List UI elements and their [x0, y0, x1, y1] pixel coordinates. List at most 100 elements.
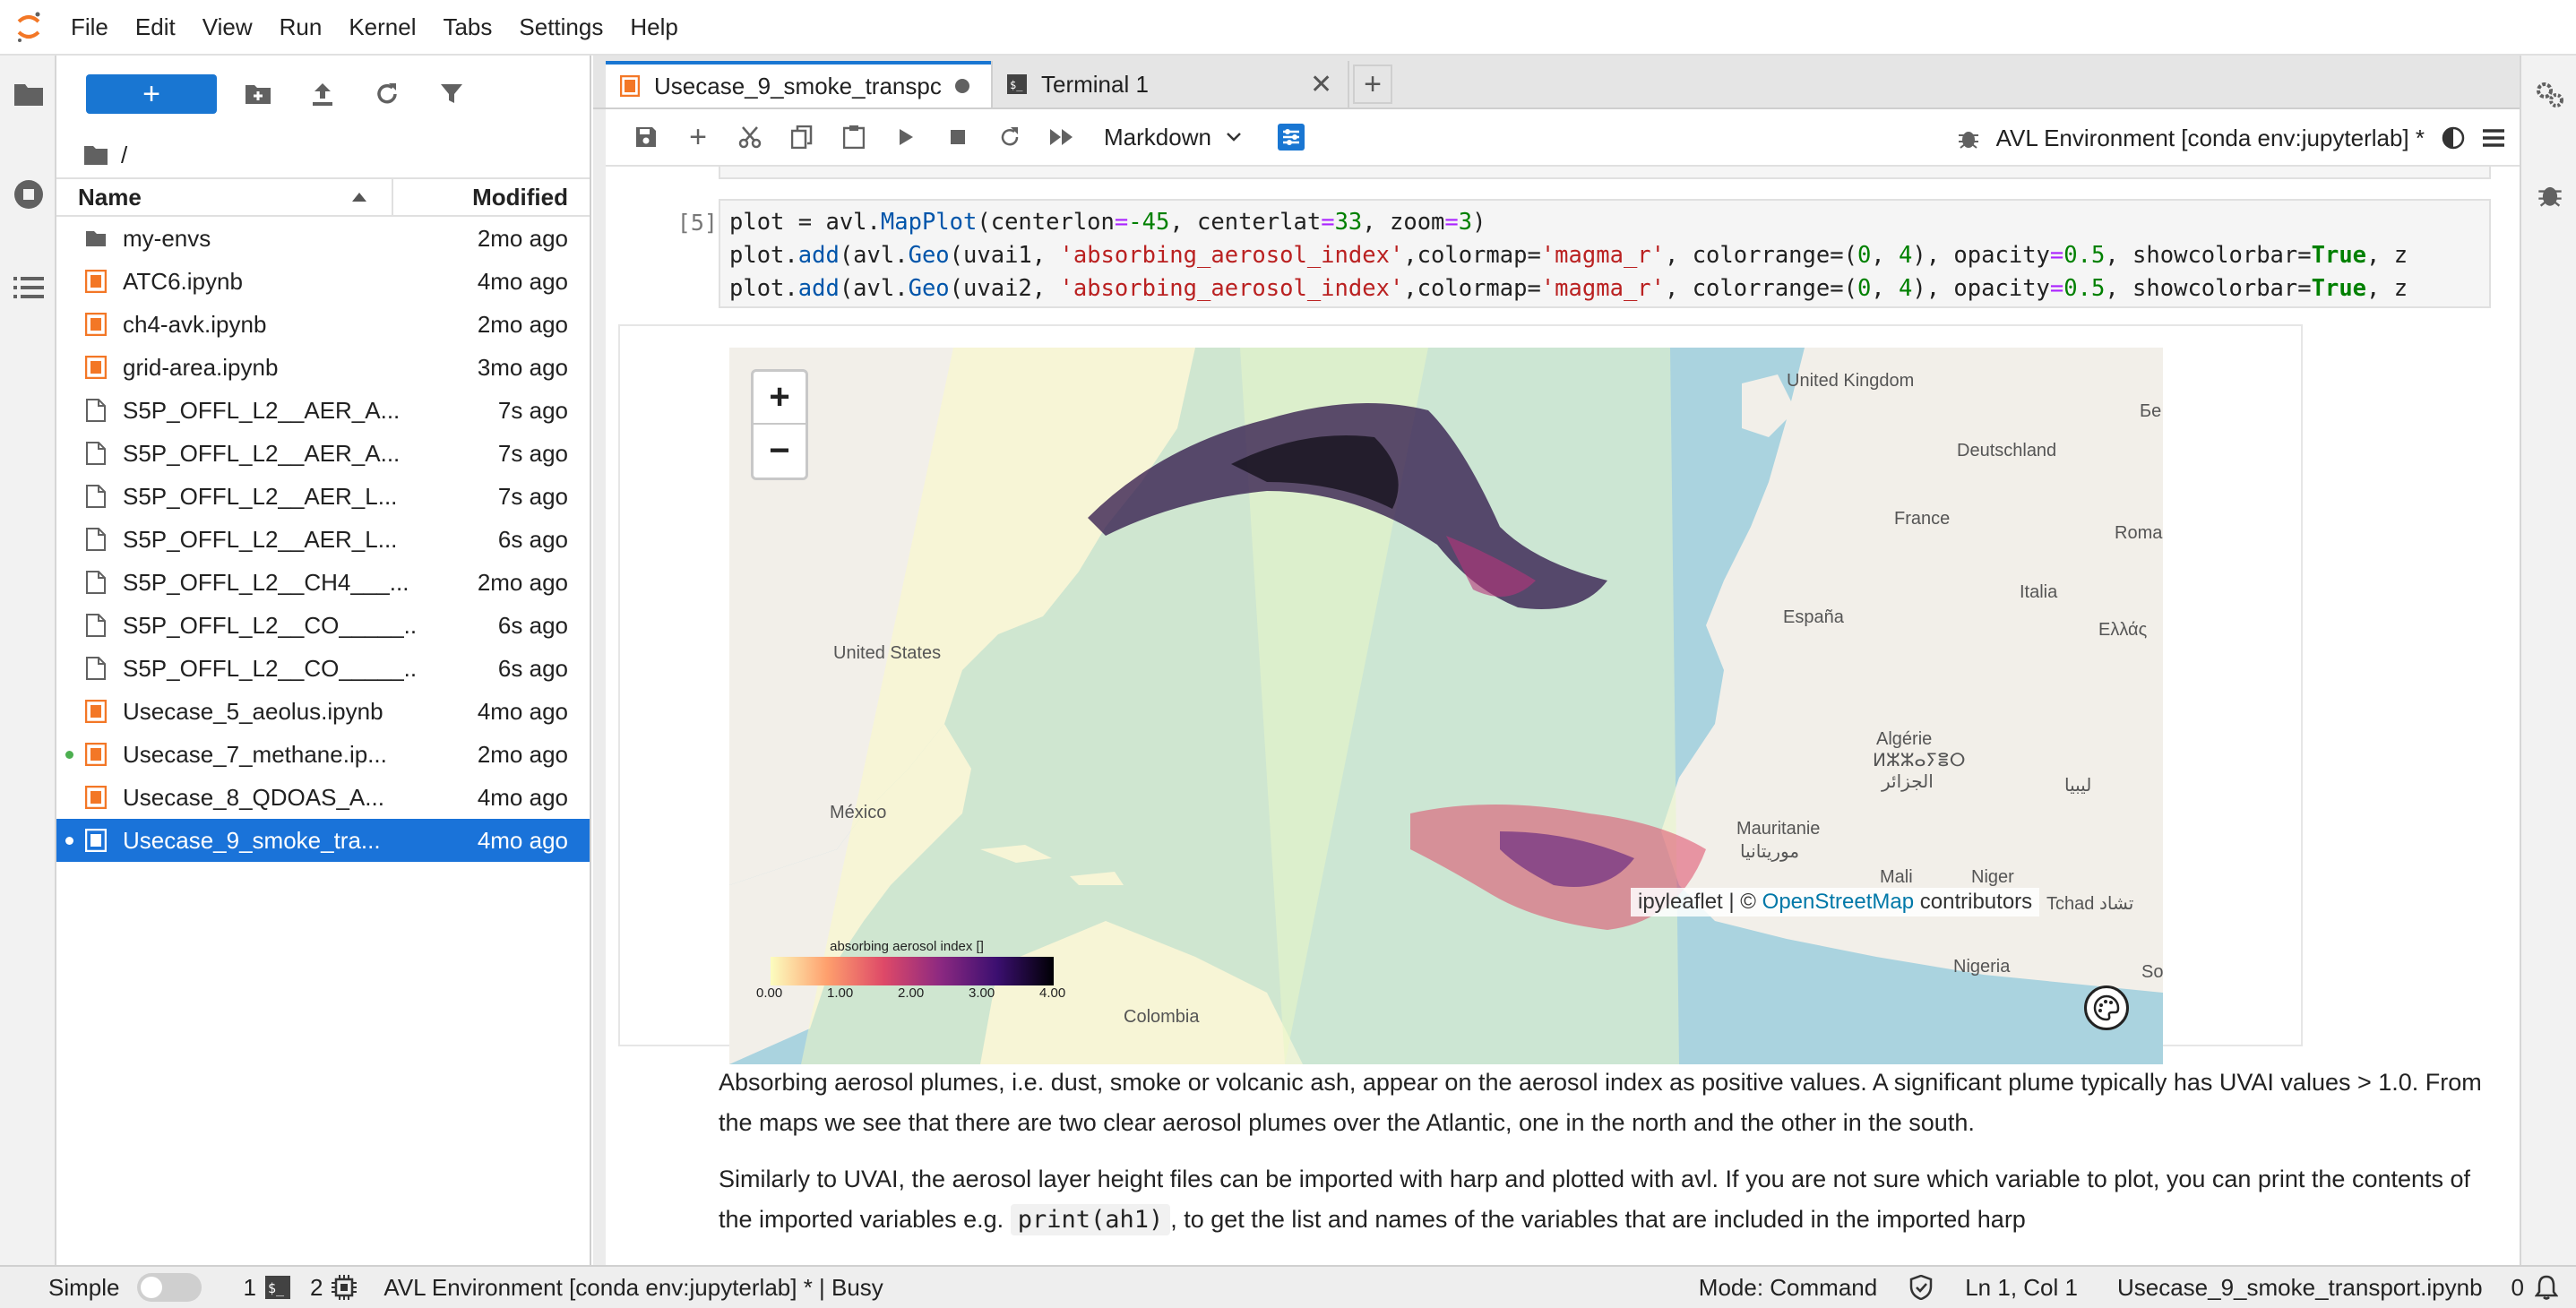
tab-label: Usecase_9_smoke_transpc [654, 72, 942, 99]
property-inspector-gears-icon[interactable] [2521, 63, 2576, 125]
file-modified: 6s ago [497, 654, 568, 682]
menu-kernel[interactable]: Kernel [335, 0, 429, 55]
restart-run-all-button[interactable] [1036, 117, 1088, 157]
zoom-out-button[interactable]: − [754, 425, 806, 478]
file-list-item[interactable]: ch4-avk.ipynb 2mo ago [56, 303, 590, 346]
file-modified: 2mo ago [477, 310, 568, 338]
file-modified: 2mo ago [477, 224, 568, 252]
file-icon [86, 442, 106, 465]
file-list-item[interactable]: S5P_OFFL_L2__AER_A... 7s ago [56, 389, 590, 432]
map-label: Colombia [1124, 1007, 1200, 1027]
menu-view[interactable]: View [189, 0, 266, 55]
file-name: S5P_OFFL_L2__CH4___... [123, 568, 409, 596]
kernel-status[interactable]: AVL Environment [conda env:jupyterlab] *… [383, 1274, 883, 1302]
kernel-name[interactable]: AVL Environment [conda env:jupyterlab] * [1996, 125, 2425, 152]
file-modified: 4mo ago [477, 826, 568, 854]
kernels-count-item[interactable]: 2 [310, 1274, 358, 1302]
menu-file[interactable]: File [57, 0, 122, 55]
debugger-bug-icon[interactable] [2521, 163, 2576, 226]
svg-text:$_: $_ [268, 1280, 285, 1296]
upload-button[interactable] [290, 74, 355, 114]
kernel-chip-icon [332, 1275, 358, 1300]
new-folder-button[interactable] [226, 74, 290, 114]
file-list-item[interactable]: grid-area.ipynb 3mo ago [56, 346, 590, 389]
file-list-item[interactable]: Usecase_7_methane.ip... 2mo ago [56, 733, 590, 776]
column-header-modified[interactable]: Modified [393, 184, 590, 211]
file-name: Usecase_9_smoke_tra... [123, 826, 381, 854]
code-line: plot = avl.MapPlot(centerlon=-45, center… [729, 209, 1486, 236]
map-label: Tchad تشاد [2046, 894, 2134, 914]
property-inspector-button[interactable] [1265, 117, 1317, 157]
file-list-item[interactable]: S5P_OFFL_L2__AER_L... 6s ago [56, 518, 590, 561]
menu-run[interactable]: Run [266, 0, 336, 55]
openstreetmap-link[interactable]: OpenStreetMap [1762, 890, 1914, 914]
file-list-item[interactable]: S5P_OFFL_L2__CO_____... 6s ago [56, 647, 590, 690]
debugger-bug-icon[interactable] [1957, 126, 1980, 150]
jupyter-logo-icon [0, 0, 57, 55]
map-label: Nigeria [1953, 957, 2011, 977]
colorbar-tick: 2.00 [898, 985, 925, 1001]
map-widget[interactable]: + − United Kingdom Deutschland France Ro… [729, 348, 2163, 1064]
menu-help[interactable]: Help [616, 0, 691, 55]
column-header-name[interactable]: Name [56, 179, 393, 215]
close-icon[interactable]: ✕ [1310, 69, 1332, 100]
menu-tabs[interactable]: Tabs [429, 0, 505, 55]
bell-icon[interactable] [2535, 1275, 2558, 1300]
refresh-button[interactable] [355, 74, 419, 114]
running-sessions-icon[interactable] [0, 163, 56, 226]
breadcrumb-root[interactable]: / [121, 142, 127, 169]
zoom-in-button[interactable]: + [754, 372, 806, 425]
simple-mode-toggle[interactable] [137, 1273, 202, 1302]
file-name: S5P_OFFL_L2__AER_L... [123, 525, 398, 553]
file-icon [86, 528, 106, 551]
file-list-item[interactable]: Usecase_8_QDOAS_A... 4mo ago [56, 776, 590, 819]
markdown-cell[interactable]: Absorbing aerosol plumes, i.e. dust, smo… [719, 1063, 2493, 1256]
interrupt-kernel-button[interactable] [932, 117, 984, 157]
save-button[interactable] [620, 117, 672, 157]
new-folder-icon [246, 85, 271, 104]
hamburger-menu-icon[interactable] [2482, 128, 2505, 148]
file-list-item[interactable]: S5P_OFFL_L2__CH4___... 2mo ago [56, 561, 590, 604]
plus-icon: + [689, 119, 707, 154]
run-cell-button[interactable] [880, 117, 932, 157]
file-list-item[interactable]: Usecase_5_aeolus.ipynb 4mo ago [56, 690, 590, 733]
map-label: الجزائر [1882, 772, 1934, 792]
paste-button[interactable] [828, 117, 880, 157]
file-name: ATC6.ipynb [123, 267, 243, 295]
file-list-item[interactable]: S5P_OFFL_L2__CO_____... 6s ago [56, 604, 590, 647]
map-label: ليبيا [2064, 776, 2092, 796]
file-list-item[interactable]: S5P_OFFL_L2__AER_A... 7s ago [56, 432, 590, 475]
palette-control-button[interactable] [2084, 985, 2129, 1030]
tab-terminal[interactable]: $_ Terminal 1 ✕ [991, 61, 1349, 108]
file-list-item[interactable]: ATC6.ipynb 4mo ago [56, 260, 590, 303]
code-cell-editor[interactable]: plot = avl.MapPlot(centerlon=-45, center… [719, 199, 2491, 308]
folder-icon[interactable] [0, 63, 56, 125]
unsaved-dot-icon[interactable] [955, 79, 969, 93]
map-label: United Kingdom [1787, 371, 1915, 391]
table-of-contents-icon[interactable] [0, 256, 56, 319]
tab-notebook[interactable]: Usecase_9_smoke_transpc [606, 61, 991, 108]
cut-button[interactable] [724, 117, 776, 157]
menu-edit[interactable]: Edit [122, 0, 189, 55]
cursor-position[interactable]: Ln 1, Col 1 [1965, 1274, 2078, 1302]
paragraph-text: , to get the list and names of the varia… [1170, 1206, 2026, 1233]
file-list-item[interactable]: S5P_OFFL_L2__AER_L... 7s ago [56, 475, 590, 518]
new-tab-button[interactable]: + [1353, 65, 1392, 104]
file-list-item[interactable]: Usecase_9_smoke_tra... 4mo ago [56, 819, 590, 862]
sort-ascending-icon [352, 193, 366, 202]
restart-kernel-button[interactable] [984, 117, 1036, 157]
terminals-count-item[interactable]: 1 $_ [243, 1274, 290, 1302]
notifications-count: 0 [2511, 1273, 2524, 1301]
insert-cell-button[interactable]: + [672, 117, 724, 157]
folder-icon[interactable] [83, 144, 108, 166]
menu-settings[interactable]: Settings [505, 0, 616, 55]
code-line: plot.add(avl.Geo(uvai2, 'absorbing_aeros… [729, 275, 2408, 302]
markdown-paragraph: Absorbing aerosol plumes, i.e. dust, smo… [719, 1069, 2482, 1136]
filter-button[interactable] [419, 74, 484, 114]
new-launcher-button[interactable]: + [86, 74, 217, 114]
file-list-item[interactable]: my-envs 2mo ago [56, 217, 590, 260]
cell-type-dropdown[interactable]: Markdown [1104, 124, 1265, 151]
trusted-shield-icon [1909, 1275, 1933, 1300]
right-sidebar-rail [2520, 56, 2576, 1265]
copy-button[interactable] [776, 117, 828, 157]
